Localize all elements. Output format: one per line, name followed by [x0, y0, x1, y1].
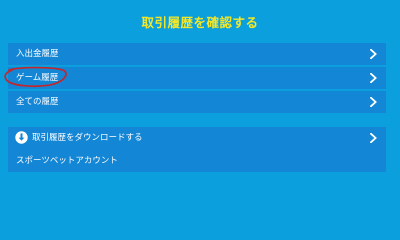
- menu-item-all-history[interactable]: 全ての履歴: [8, 91, 386, 113]
- sports-bet-account-row: スポーツベットアカウント: [8, 150, 386, 172]
- menu-item-deposit-withdrawal-history[interactable]: 入出金履歴: [8, 43, 386, 65]
- menu-item-label: ゲーム履歴: [16, 73, 59, 83]
- menu-item-game-history[interactable]: ゲーム履歴: [8, 67, 386, 89]
- download-history-button[interactable]: 取引履歴をダウンロードする: [8, 127, 386, 150]
- page-title: 取引履歴を確認する: [141, 15, 259, 30]
- chevron-right-icon: [370, 133, 377, 143]
- menu-item-label: 入出金履歴: [16, 49, 59, 59]
- chevron-right-icon: [370, 49, 377, 59]
- chevron-right-icon: [370, 73, 377, 83]
- menu-item-label: 全ての履歴: [16, 97, 59, 107]
- download-icon: [15, 131, 28, 144]
- download-history-label: 取引履歴をダウンロードする: [32, 133, 143, 143]
- sports-bet-account-label: スポーツベットアカウント: [16, 156, 118, 166]
- chevron-right-icon: [370, 97, 377, 107]
